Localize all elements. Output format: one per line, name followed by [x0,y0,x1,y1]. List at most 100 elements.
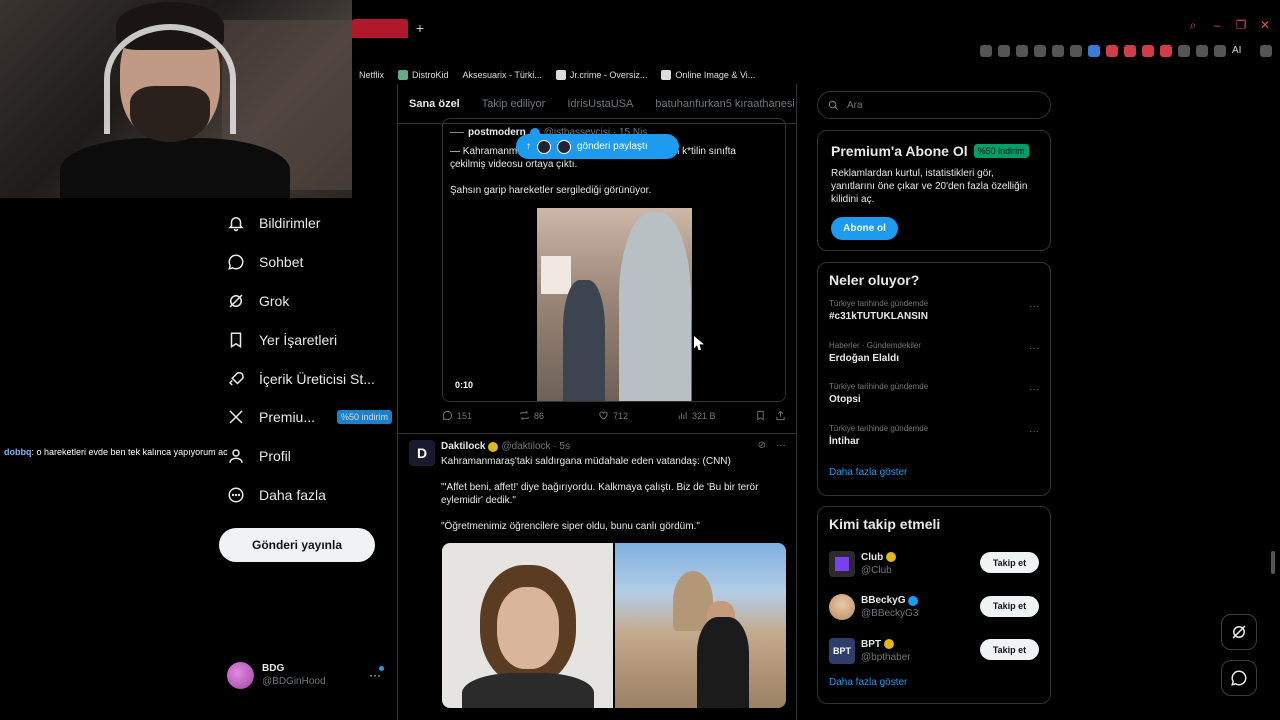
extension-icon[interactable] [1034,45,1046,57]
post-paragraph: "'Affet beni, affet!' diye bağırıyordu. … [441,482,759,506]
extension-icon[interactable] [980,45,992,57]
menu-icon[interactable] [1260,45,1272,57]
premium-card: Premium'a Abone Ol %50 indirim Reklamlar… [817,130,1051,251]
like-button[interactable]: 712 [598,410,677,421]
nav-item-profile[interactable]: Profil [219,437,389,476]
nav-item-notifications[interactable]: Bildirimler [219,204,389,243]
post-button[interactable]: Gönderi yayınla [219,528,375,562]
x-logo-icon [227,408,245,426]
follow-button[interactable]: Takip et [980,639,1039,660]
follow-suggestion[interactable]: BPT BPT @bpthaber Takip et [829,629,1039,673]
subscribe-button[interactable]: Abone ol [831,217,898,240]
new-posts-pill[interactable]: ↑ gönderi paylaştı [516,134,679,159]
views-count: 321 B [692,410,716,421]
minimize-icon[interactable]: – [1210,18,1224,32]
trend-item[interactable]: Haberler · Gündemdekiler Erdoğan Elaldı … [829,341,1039,383]
more-icon[interactable]: ··· [776,440,786,451]
show-more-link[interactable]: Daha fazla göster [829,677,1039,688]
nav-item-grok[interactable]: Grok [219,282,389,321]
nav-item-chat[interactable]: Sohbet [219,243,389,282]
post-text: Kahramanmaraş'taki saldırgana müdahale e… [441,455,786,546]
bookmark-label: DistroKid [412,70,449,80]
follow-button[interactable]: Takip et [980,595,1039,617]
tab-kiraathanesi[interactable]: batuhanfurkan5 kıraathanesi [655,98,794,110]
grok-button[interactable] [1221,614,1257,650]
bookmark-jrcrime[interactable]: Jr.crime - Oversiz... [555,70,647,80]
post-media[interactable] [442,543,786,708]
follow-suggestion[interactable]: BBeckyG @BBeckyG3 Takip et [829,586,1039,630]
extension-icon[interactable] [1106,45,1118,57]
repost-button[interactable]: 86 [519,410,598,421]
show-more-link[interactable]: Daha fazla göster [829,467,1039,478]
views-button[interactable]: 321 B [677,410,755,421]
follow-button[interactable]: Takip et [980,552,1039,573]
grok-icon[interactable]: ⊘ [758,440,766,451]
tab-idrisustausa[interactable]: IdrisUstaUSA [567,98,633,110]
extension-icon[interactable] [1178,45,1190,57]
extension-icon[interactable] [998,45,1010,57]
extension-icon[interactable] [1124,45,1136,57]
extension-icon[interactable] [1142,45,1154,57]
account-switcher[interactable]: BDG @BDGinHood ··· [227,660,387,690]
tab-following[interactable]: Takip ediliyor [482,98,546,110]
extension-icon[interactable] [1070,45,1082,57]
extension-icon[interactable] [1196,45,1208,57]
avatar[interactable]: D [409,440,435,466]
more-icon[interactable]: ··· [1029,426,1039,437]
video-player[interactable]: 0:10 [443,208,785,401]
share-button[interactable] [775,410,786,421]
trend-item[interactable]: Türkiye tarihinde gündemde Otopsi ··· [829,382,1039,424]
trend-item[interactable]: Türkiye tarihinde gündemde İntihar ··· [829,424,1039,466]
bookmark-button[interactable] [755,410,775,421]
like-count: 712 [613,410,629,421]
discount-badge: %50 indirim [973,144,1029,158]
post-author[interactable]: Daktilock [441,441,485,452]
verified-icon [886,552,897,563]
bookmark-netflix[interactable]: Netflix [359,70,384,80]
download-icon[interactable] [1214,45,1226,57]
bookmark-aksesuarix[interactable]: Aksesuarix - Türki... [463,70,542,80]
extension-icon[interactable] [1052,45,1064,57]
nav-item-bookmarks[interactable]: Yer İşaretleri [219,320,389,359]
more-icon[interactable]: ··· [1029,384,1039,395]
search-icon[interactable]: ⌕ [1186,18,1200,32]
bookmark-label: Online Image & Vi... [675,70,756,80]
new-tab-icon[interactable]: + [412,20,428,36]
nav-item-creator-studio[interactable]: İçerik Üreticisi St... [219,359,389,398]
quoted-author[interactable]: postmodern [468,127,526,138]
post-actions: 151 86 712 321 B [442,410,786,421]
more-icon[interactable]: ··· [369,668,381,682]
bookmark-online-image[interactable]: Online Image & Vi... [661,70,755,80]
scrollbar[interactable] [1271,551,1275,574]
nav-item-premium[interactable]: Premiu... %50 indirim [219,398,393,437]
bookmark-distrokid[interactable]: DistroKid [398,70,449,80]
reply-button[interactable]: 151 [442,410,519,421]
post-image[interactable] [615,543,786,708]
nav-item-more[interactable]: Daha fazla [219,476,389,515]
post-paragraph: Kahramanmaraş'taki saldırgana müdahale e… [441,456,731,467]
restore-icon[interactable]: ❐ [1234,18,1248,32]
search-bar[interactable] [817,91,1051,119]
extension-icon[interactable] [1088,45,1100,57]
messages-button[interactable] [1221,660,1257,696]
extension-icon[interactable] [1016,45,1028,57]
close-icon[interactable]: ✕ [1258,18,1272,32]
discount-badge: %50 indirim [337,410,393,425]
post-image[interactable] [442,543,613,708]
follow-suggestion[interactable]: Club @Club Takip et [829,542,1039,586]
extension-icon[interactable] [1160,45,1172,57]
image-person-shirt [462,673,594,708]
tab-for-you[interactable]: Sana özel [409,98,460,110]
online-image-icon [661,70,672,80]
browser-tab[interactable] [352,19,408,38]
reply-icon [442,410,453,421]
ai-button[interactable]: AI [1232,45,1254,57]
post-paragraph: "Öğretmenimiz öğrencilere siper oldu, bu… [441,521,700,532]
quoted-post[interactable]: postmodern @isthassevcisi · 15 Nis — Kah… [442,118,786,402]
video-whiteboard [541,256,571,294]
trend-item[interactable]: Türkiye tarihinde gündemde #c31kTUTUKLAN… [829,299,1039,341]
more-icon[interactable]: ··· [1029,343,1039,354]
grok-icon [1232,625,1246,639]
more-icon[interactable]: ··· [1029,301,1039,312]
search-input[interactable] [847,99,1027,111]
